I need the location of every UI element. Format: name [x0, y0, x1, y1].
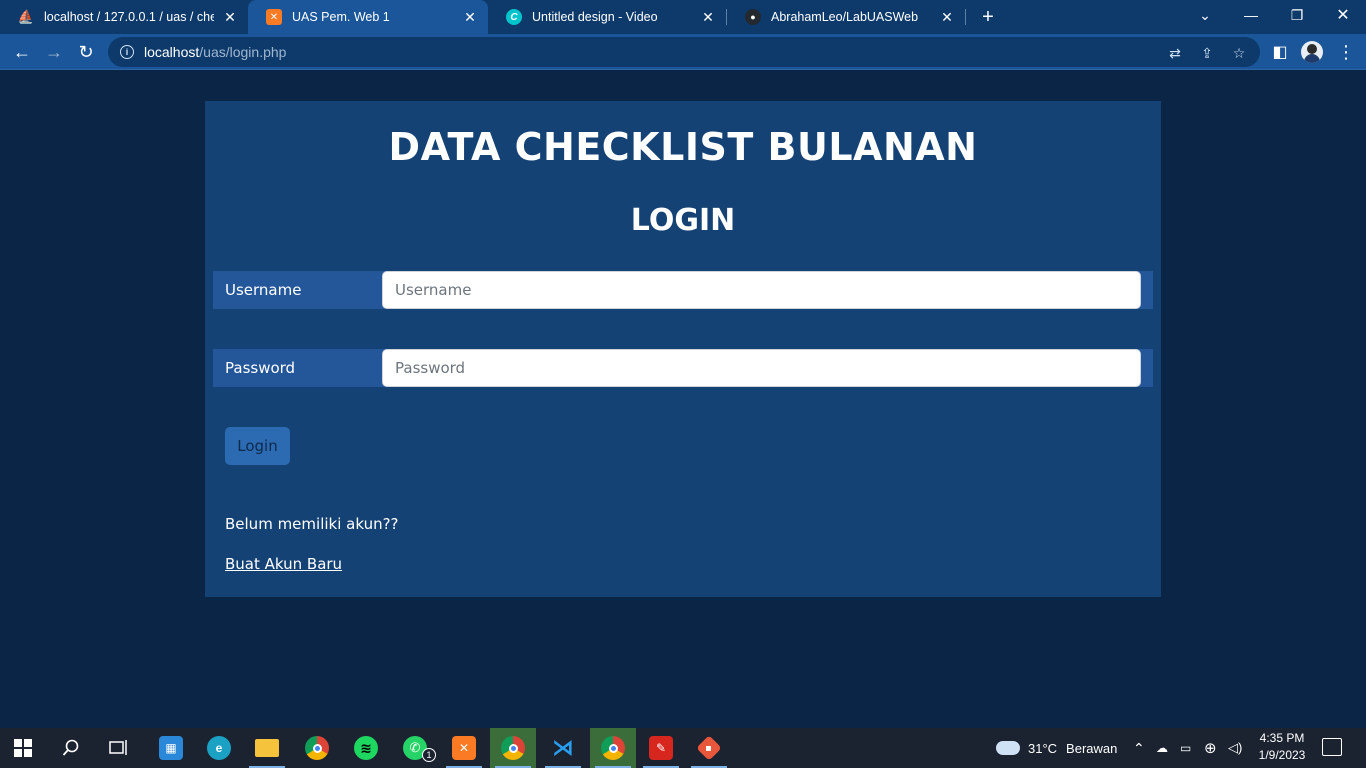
taskbar: ▦ e ≋ ✆ 1 ✕ ⋊ ✎ ◆ 31°C Berawan ⌃ ☁ ▭ ⊕ ◁… — [0, 728, 1366, 768]
site-info-icon[interactable]: i — [120, 45, 134, 59]
tab-strip: ⛵ localhost / 127.0.0.1 / uas / check ✕ … — [0, 0, 1366, 34]
side-panel-icon[interactable]: ◧ — [1268, 40, 1292, 64]
weather-widget[interactable]: 31°C Berawan — [996, 728, 1117, 768]
taskbar-xampp[interactable]: ✕ — [441, 728, 487, 768]
weather-desc: Berawan — [1066, 740, 1118, 756]
tab-github[interactable]: ● AbrahamLeo/LabUASWeb ✕ — [727, 0, 965, 34]
chrome-icon — [305, 736, 329, 760]
clock-time: 4:35 PM — [1259, 731, 1305, 745]
tab-phpmyadmin[interactable]: ⛵ localhost / 127.0.0.1 / uas / check ✕ — [0, 0, 248, 34]
taskbar-git[interactable]: ◆ — [686, 728, 732, 768]
task-view-icon — [109, 740, 127, 755]
edge-icon: e — [207, 736, 231, 760]
folder-icon — [255, 739, 279, 757]
network-icon[interactable]: ⊕ — [1204, 728, 1217, 768]
login-button[interactable]: Login — [225, 427, 290, 465]
battery-icon[interactable]: ▭ — [1180, 728, 1191, 768]
close-icon[interactable]: ✕ — [462, 9, 478, 25]
tab-search-icon[interactable]: ⌄ — [1182, 0, 1228, 30]
password-label: Password — [225, 359, 296, 377]
onedrive-icon[interactable]: ☁ — [1156, 728, 1168, 768]
canva-icon: C — [506, 9, 522, 25]
tab-uas-pem-web[interactable]: ✕ UAS Pem. Web 1 ✕ — [248, 0, 488, 34]
github-icon: ● — [745, 9, 761, 25]
search-button[interactable] — [48, 728, 94, 768]
taskbar-chrome-profile-1[interactable] — [490, 728, 536, 768]
taskbar-chrome[interactable] — [294, 728, 340, 768]
taskbar-vscode[interactable]: ⋊ — [540, 728, 586, 768]
register-link[interactable]: Buat Akun Baru — [225, 555, 342, 573]
cloud-icon — [996, 741, 1020, 755]
xampp-icon: ✕ — [452, 736, 476, 760]
forward-icon[interactable]: → — [42, 40, 66, 64]
close-window-icon[interactable]: ✕ — [1320, 0, 1366, 30]
phpmyadmin-icon: ⛵ — [17, 9, 35, 24]
new-tab-icon[interactable]: + — [976, 5, 1000, 29]
taskbar-whatsapp[interactable]: ✆ 1 — [392, 728, 438, 768]
taskbar-spotify[interactable]: ≋ — [343, 728, 389, 768]
notification-center-icon[interactable] — [1322, 738, 1342, 756]
page-title: DATA CHECKLIST BULANAN — [388, 125, 978, 169]
login-card: DATA CHECKLIST BULANAN LOGIN Username Pa… — [205, 101, 1161, 597]
spotify-icon: ≋ — [354, 736, 378, 760]
clock-date: 1/9/2023 — [1258, 748, 1306, 762]
menu-icon[interactable]: ⋮ — [1334, 40, 1358, 64]
taskbar-acrobat[interactable]: ✎ — [638, 728, 684, 768]
search-icon — [62, 739, 79, 756]
start-button[interactable] — [0, 728, 46, 768]
taskbar-store[interactable]: ▦ — [148, 728, 194, 768]
chrome-icon — [501, 736, 525, 760]
address-bar[interactable]: i localhost/uas/login.php ⇄ ⇪ ☆ — [108, 37, 1260, 67]
taskbar-explorer[interactable] — [244, 728, 290, 768]
taskbar-chrome-profile-2[interactable] — [590, 728, 636, 768]
chrome-icon — [601, 736, 625, 760]
minimize-icon[interactable]: — — [1228, 0, 1274, 30]
bookmark-star-icon[interactable]: ☆ — [1230, 44, 1248, 62]
password-input[interactable] — [382, 349, 1141, 387]
address-path: /uas/login.php — [199, 44, 287, 60]
vscode-icon: ⋊ — [552, 735, 574, 760]
taskbar-edge[interactable]: e — [196, 728, 242, 768]
tray-overflow-icon[interactable]: ⌃ — [1133, 728, 1145, 768]
tab-title: localhost / 127.0.0.1 / uas / check — [44, 10, 214, 24]
xampp-icon: ✕ — [266, 9, 282, 25]
tab-title: UAS Pem. Web 1 — [292, 10, 390, 24]
share-icon[interactable]: ⇪ — [1198, 44, 1216, 62]
username-row: Username — [213, 271, 1153, 309]
address-host: localhost — [144, 44, 200, 60]
tab-canva[interactable]: C Untitled design - Video ✕ — [488, 0, 726, 34]
username-label: Username — [225, 281, 302, 299]
close-icon[interactable]: ✕ — [939, 9, 955, 25]
task-view-button[interactable] — [96, 728, 142, 768]
back-icon[interactable]: ← — [10, 40, 34, 64]
volume-icon[interactable]: ◁) — [1228, 728, 1242, 768]
username-input[interactable] — [382, 271, 1141, 309]
store-icon: ▦ — [159, 736, 183, 760]
page-viewport: DATA CHECKLIST BULANAN LOGIN Username Pa… — [0, 70, 1366, 728]
reload-icon[interactable]: ↻ — [74, 40, 98, 64]
tab-divider — [965, 9, 966, 25]
browser-toolbar: ← → ↻ i localhost/uas/login.php ⇄ ⇪ ☆ ◧ … — [0, 34, 1366, 70]
clock[interactable]: 4:35 PM 1/9/2023 — [1252, 730, 1312, 764]
translate-icon[interactable]: ⇄ — [1166, 44, 1184, 62]
login-heading: LOGIN — [630, 203, 736, 238]
notification-badge: 1 — [422, 748, 436, 762]
password-row: Password — [213, 349, 1153, 387]
close-icon[interactable]: ✕ — [700, 9, 716, 25]
tab-title: AbrahamLeo/LabUASWeb — [771, 10, 919, 24]
windows-icon — [14, 739, 32, 757]
tab-title: Untitled design - Video — [532, 10, 658, 24]
restore-icon[interactable]: ❐ — [1274, 0, 1320, 30]
no-account-text: Belum memiliki akun?? — [225, 515, 399, 533]
close-icon[interactable]: ✕ — [222, 9, 238, 25]
acrobat-icon: ✎ — [649, 736, 673, 760]
avatar[interactable] — [1301, 41, 1323, 63]
address-url: localhost/uas/login.php — [144, 44, 286, 60]
weather-temp: 31°C — [1028, 740, 1058, 756]
git-icon: ◆ — [696, 735, 722, 761]
